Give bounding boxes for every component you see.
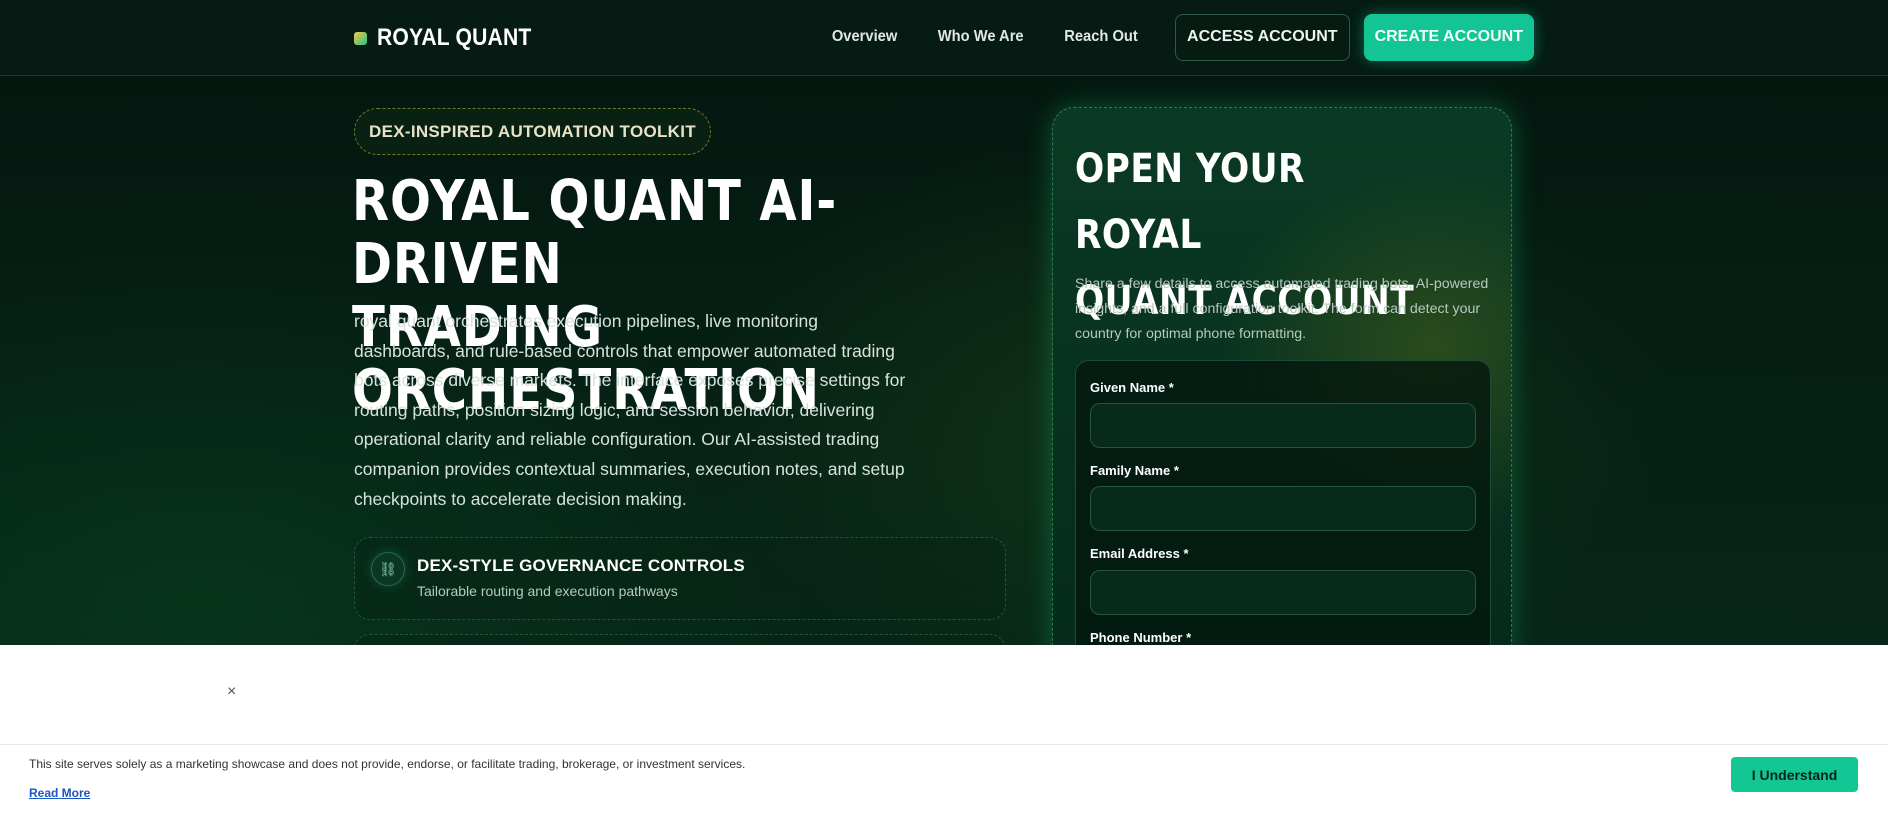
create-account-button[interactable]: CREATE ACCOUNT (1363, 13, 1534, 61)
feature-title: DEX-STYLE GOVERNANCE CONTROLS (417, 556, 745, 575)
brand-name: ROYAL QUANT (377, 24, 532, 51)
brand-mark-icon (354, 31, 367, 45)
hero-title-line-1: ROYAL QUANT AI-DRIVEN (352, 169, 838, 297)
signup-form: Given Name * Family Name * Email Address… (1075, 360, 1491, 680)
family-name-label: Family Name * (1090, 463, 1179, 478)
access-account-button[interactable]: ACCESS ACCOUNT (1175, 13, 1350, 61)
nav-link-overview[interactable]: Overview (831, 28, 896, 46)
read-more-link[interactable]: Read More (29, 786, 90, 800)
hero-description: royal quant orchestrates execution pipel… (354, 311, 906, 509)
nav-link-who-we-are[interactable]: Who We Are (937, 28, 1023, 46)
cookie-divider (0, 744, 1888, 745)
given-name-field[interactable] (1090, 403, 1476, 448)
feature-card-governance: ⛓ DEX-STYLE GOVERNANCE CONTROLS Tailorab… (354, 537, 1006, 620)
cookie-banner (0, 645, 1888, 818)
hero-tagline-pill: DEX-INSPIRED AUTOMATION TOOLKIT (354, 108, 711, 155)
top-navigation: ROYAL QUANT Overview Who We Are Reach Ou… (0, 0, 1888, 76)
brand-logo[interactable]: ROYAL QUANT (354, 22, 553, 54)
form-description: Share a few details to access automated … (1075, 276, 1489, 342)
family-name-field[interactable] (1090, 486, 1476, 531)
link-icon: ⛓ (371, 552, 405, 586)
signup-form-card: OPEN YOUR ROYAL QUANT ACCOUNT Share a fe… (1052, 107, 1512, 680)
form-title-line-1: OPEN YOUR ROYAL (1075, 146, 1305, 258)
close-icon[interactable]: × (227, 683, 236, 701)
email-label: Email Address * (1090, 546, 1189, 561)
nav-link-reach-out[interactable]: Reach Out (1064, 28, 1138, 46)
main-nav: Overview Who We Are Reach Out ACCESS ACC… (829, 13, 1534, 61)
phone-label: Phone Number * (1090, 630, 1192, 645)
feature-subtitle: Tailorable routing and execution pathway… (417, 583, 678, 599)
email-field[interactable] (1090, 570, 1476, 615)
i-understand-button[interactable]: I Understand (1731, 757, 1858, 792)
given-name-label: Given Name * (1090, 380, 1174, 395)
cookie-disclaimer-text: This site serves solely as a marketing s… (29, 757, 746, 771)
